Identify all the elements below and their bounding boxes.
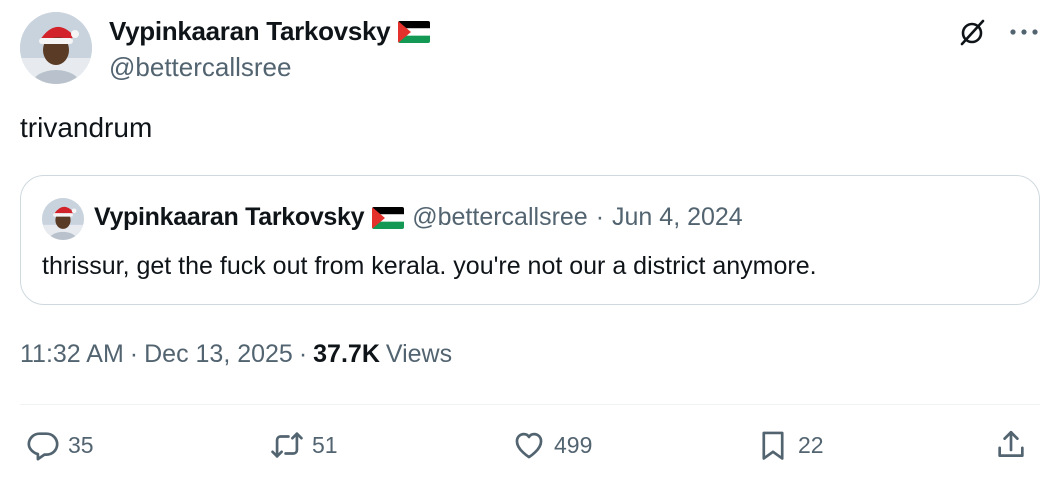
divider <box>20 404 1040 405</box>
views-count: 37.7K <box>313 340 380 368</box>
quoted-tweet-text: thrissur, get the fuck out from kerala. … <box>42 252 817 280</box>
repost-count: 51 <box>312 431 338 458</box>
palestine-flag-icon <box>372 206 405 229</box>
share-icon <box>998 430 1024 457</box>
repost-button[interactable]: 51 <box>270 428 338 462</box>
grok-button[interactable] <box>954 14 990 50</box>
tweet-meta: 11:32 AM · Dec 13, 2025 · 37.7K Views <box>20 340 452 369</box>
grok-icon <box>960 19 985 46</box>
reply-icon <box>27 432 59 461</box>
views-label: Views <box>385 340 453 368</box>
bookmark-count: 22 <box>798 431 824 458</box>
tweet-time[interactable]: 11:32 AM <box>20 340 124 369</box>
author-display-name[interactable]: Vypinkaaran Tarkovsky <box>109 16 391 47</box>
quoted-handle[interactable]: @bettercallsree <box>412 203 587 232</box>
palestine-flag-icon <box>398 20 431 43</box>
meta-separator: · <box>129 340 139 368</box>
reply-count: 35 <box>68 431 94 458</box>
bookmark-button[interactable]: 22 <box>756 428 824 462</box>
avatar-image <box>20 12 92 84</box>
heart-icon <box>515 432 543 459</box>
quoted-author-avatar[interactable] <box>42 198 84 240</box>
like-button[interactable]: 499 <box>512 428 592 462</box>
share-button[interactable] <box>994 428 1028 462</box>
quoted-date[interactable]: Jun 4, 2024 <box>612 203 743 232</box>
quoted-display-name[interactable]: Vypinkaaran Tarkovsky <box>94 203 365 232</box>
avatar-image <box>42 198 84 240</box>
quoted-separator: · <box>595 203 605 231</box>
repost-icon <box>271 432 303 458</box>
more-options-button[interactable] <box>1006 14 1042 50</box>
author-handle[interactable]: @bettercallsree <box>109 52 291 83</box>
meta-separator: · <box>298 340 308 368</box>
tweet-date[interactable]: Dec 13, 2025 <box>144 340 293 369</box>
quoted-tweet-card[interactable] <box>20 175 1040 305</box>
quoted-header: Vypinkaaran Tarkovsky @bettercallsree · … <box>94 203 743 232</box>
author-avatar[interactable] <box>20 12 92 84</box>
like-count: 499 <box>554 431 593 458</box>
reply-button[interactable]: 35 <box>26 428 94 462</box>
bookmark-icon <box>762 431 784 460</box>
author-name-row: Vypinkaaran Tarkovsky <box>109 16 431 47</box>
more-dots-icon <box>1010 29 1038 35</box>
tweet-text: trivandrum <box>20 112 153 143</box>
